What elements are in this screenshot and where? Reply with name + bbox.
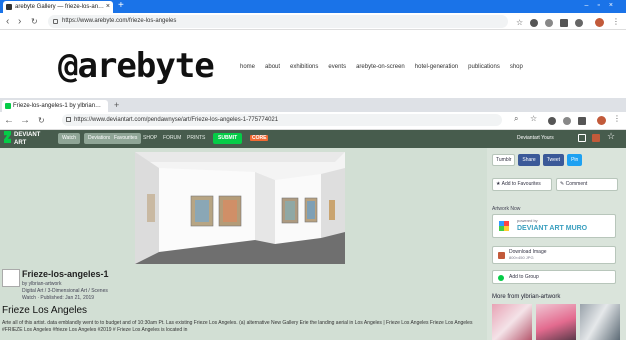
add-to-group-button[interactable]: Add to Group (492, 270, 616, 284)
comment-button[interactable]: ✎ Comment (556, 178, 618, 191)
share-buttons: Tumblr Share Tweet Pin (492, 154, 583, 166)
extension-icon[interactable] (578, 117, 586, 125)
watch-button[interactable]: Watch (58, 133, 80, 144)
gallery-render-image[interactable] (135, 152, 345, 264)
extension-icon[interactable] (548, 117, 556, 125)
muro-button[interactable]: powered by DEVIANT ART MURO (492, 214, 616, 238)
deviation-title: Frieze-los-angeles-1 (22, 269, 109, 279)
menu-icon[interactable]: ⋮ (613, 114, 621, 123)
outer-browser-tab[interactable]: arebyte Gallery — frieze-los-an… × (3, 1, 113, 13)
more-from-heading[interactable]: More from ylbrian-artwork (492, 294, 560, 300)
category-path[interactable]: Digital Art / 3-Dimensional Art / Scenes (22, 288, 108, 295)
gallery-scene (135, 152, 345, 264)
extension-icon[interactable] (560, 19, 568, 27)
tweet-button[interactable]: Pin (567, 154, 583, 166)
nav-link[interactable]: events (328, 64, 346, 70)
publish-info: Watch · Published: Jan 21, 2019 (22, 295, 95, 301)
search-icon[interactable]: ⌕ (514, 114, 518, 124)
outer-address-bar[interactable]: https://www.arebyte.com/frieze-los-angel… (48, 15, 508, 28)
deviation-meta: by ylbrian-artwork Digital Art / 3-Dimen… (22, 281, 108, 302)
core-badge[interactable]: CORE (250, 133, 269, 144)
inner-tab-title: Frieze-los-angeles-1 by ylbrian… (13, 103, 102, 109)
menu-icon[interactable]: ⋮ (612, 17, 620, 26)
nav-link[interactable]: about (265, 64, 280, 70)
inner-url-text: https://www.deviantart.com/pendawnyse/ar… (74, 117, 279, 123)
star-icon[interactable]: ☆ (607, 131, 615, 142)
extension-icon[interactable] (530, 19, 538, 27)
outer-url-text: https://www.arebyte.com/frieze-los-angel… (62, 18, 177, 24)
tumblr-share-button[interactable]: Tumblr (492, 154, 516, 166)
thumbnail[interactable] (580, 304, 620, 340)
prints-link[interactable]: PRINTS (187, 133, 205, 144)
back-icon[interactable]: ‹ (6, 15, 9, 28)
lock-icon (66, 117, 71, 122)
thumbnail[interactable] (492, 304, 532, 340)
share-button[interactable]: Tweet (542, 154, 565, 166)
logo-line2: ART (14, 140, 27, 146)
nav-link[interactable]: exhibitions (290, 64, 318, 70)
outer-tab-title: arebyte Gallery — frieze-los-an… (15, 4, 105, 10)
bookmark-star-icon[interactable]: ☆ (516, 19, 523, 27)
user-avatar[interactable] (592, 134, 600, 142)
notifications-icon[interactable] (578, 134, 586, 142)
window-controls[interactable]: –▫× (585, 0, 622, 12)
muro-icon (499, 221, 509, 231)
back-icon[interactable]: ← (4, 114, 14, 127)
close-tab-icon[interactable]: × (106, 1, 110, 13)
deviantart-favicon-icon (5, 103, 11, 109)
favourites-button[interactable]: Favourites (110, 133, 142, 144)
reload-icon[interactable]: ↻ (38, 114, 45, 127)
new-tab-icon[interactable]: + (118, 0, 124, 12)
extension-icon[interactable] (545, 19, 553, 27)
group-label: Add to Group (509, 274, 539, 280)
forward-icon[interactable]: → (20, 114, 30, 127)
logo-line1: DEVIANT (14, 132, 41, 138)
thumbnail[interactable] (536, 304, 576, 340)
arebyte-favicon-icon (6, 4, 12, 10)
add-to-favourites-button[interactable]: ★ Add to Favourites (492, 178, 552, 191)
deviantart-logo-icon (4, 131, 11, 143)
arebyte-nav: home about exhibitions events arebyte-on… (240, 64, 523, 70)
shop-link[interactable]: SHOP (143, 133, 157, 144)
profile-avatar[interactable] (597, 116, 606, 125)
nav-link[interactable]: shop (510, 64, 523, 70)
facebook-share-button[interactable]: Share (518, 154, 540, 166)
artist-avatar[interactable] (2, 269, 20, 287)
submit-button[interactable]: SUBMIT (213, 133, 243, 144)
deviantart-logo[interactable]: DEVIANT ART (4, 131, 40, 147)
inner-address-bar[interactable]: https://www.deviantart.com/pendawnyse/ar… (62, 114, 502, 126)
comment-label: Comment (565, 181, 588, 187)
nav-link[interactable]: publications (468, 64, 500, 70)
description-heading: Frieze Los Angeles (2, 305, 88, 316)
description-text: Arte all of this artist. data emblandly … (2, 320, 473, 333)
artist-link[interactable]: by ylbrian-artwork (22, 281, 108, 288)
fav-label: Add to Favourites (501, 181, 541, 187)
muro-heading: Artwork Now (492, 206, 521, 212)
extension-icon[interactable] (575, 19, 583, 27)
muro-brand: DEVIANT ART MURO (517, 225, 588, 232)
download-button[interactable]: Download Image 800×450 JPG (492, 246, 616, 264)
nav-link[interactable]: home (240, 64, 255, 70)
lock-icon (53, 19, 58, 24)
profile-avatar[interactable] (595, 18, 604, 27)
user-menu[interactable]: Deviantart Yours (517, 133, 554, 144)
inner-browser-tab[interactable]: Frieze-los-angeles-1 by ylbrian… (2, 100, 108, 112)
extension-icon[interactable] (563, 117, 571, 125)
new-tab-icon[interactable]: + (114, 99, 119, 111)
download-icon (498, 252, 505, 259)
nav-link[interactable]: hotel-generation (415, 64, 458, 70)
download-size: 800×450 JPG (509, 255, 534, 260)
arebyte-logo[interactable]: @arebyte (58, 46, 215, 86)
forward-icon[interactable]: › (18, 15, 21, 28)
bookmark-star-icon[interactable]: ☆ (530, 114, 537, 123)
forum-link[interactable]: FORUM (163, 133, 181, 144)
reload-icon[interactable]: ↻ (31, 15, 38, 28)
nav-link[interactable]: arebyte-on-screen (356, 64, 405, 70)
group-icon (498, 275, 504, 281)
core-label: CORE (250, 135, 269, 141)
